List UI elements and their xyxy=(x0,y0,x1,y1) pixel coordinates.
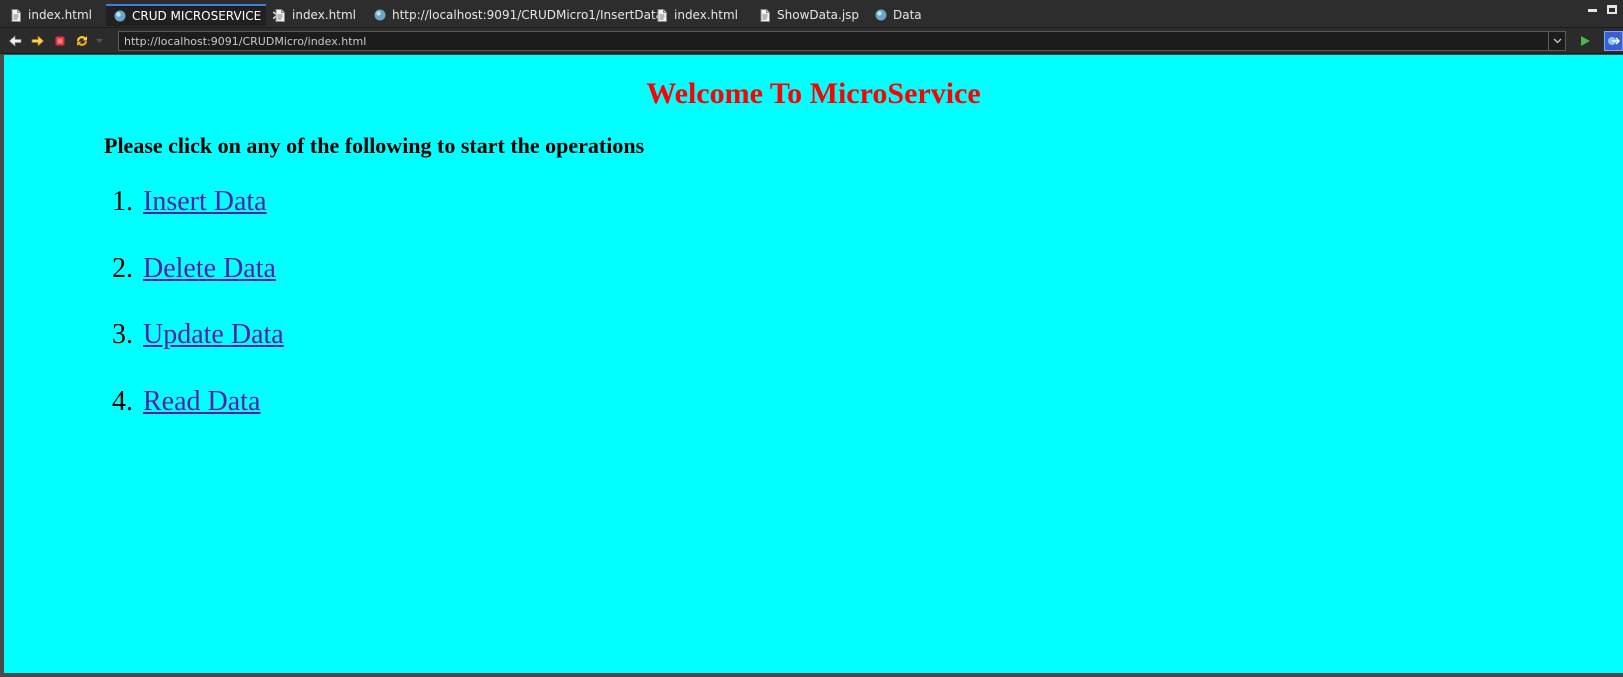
globe-icon xyxy=(374,9,386,22)
tab-label: index.html xyxy=(292,8,356,22)
page-title: Welcome To MicroService xyxy=(646,77,981,110)
address-bar[interactable] xyxy=(118,31,1566,51)
file-icon xyxy=(274,8,286,22)
external-browser-icon[interactable] xyxy=(1604,31,1623,51)
tab-crud-microservice[interactable]: CRUD MICROSERVICE ✕ xyxy=(106,4,282,26)
delete-data-link[interactable]: Delete Data xyxy=(143,252,276,286)
tab-label: ShowData.jsp xyxy=(777,8,860,22)
chevron-down-icon[interactable] xyxy=(1548,32,1565,50)
tab-label: CRUD MICROSERVICE xyxy=(132,9,262,23)
tab-label: http://localhost:9091/CRUDMicro1/InsertD… xyxy=(392,8,664,22)
url-input[interactable] xyxy=(119,32,1548,50)
refresh-icon[interactable] xyxy=(74,33,90,49)
dropdown-arrow-icon[interactable] xyxy=(94,33,104,49)
tab-index-html-3[interactable]: index.html xyxy=(648,4,748,26)
file-icon xyxy=(759,8,771,22)
web-page-viewport: Welcome To MicroService Please click on … xyxy=(4,55,1623,673)
read-data-link[interactable]: Read Data xyxy=(143,385,260,419)
insert-data-link[interactable]: Insert Data xyxy=(143,185,267,219)
go-icon[interactable] xyxy=(1577,33,1593,49)
list-number: 2. xyxy=(112,253,133,284)
tab-label: Data xyxy=(893,8,922,22)
window-controls xyxy=(1588,3,1617,14)
globe-icon xyxy=(114,10,126,23)
list-number: 3. xyxy=(112,319,133,350)
page-instructions: Please click on any of the following to … xyxy=(104,133,645,158)
globe-icon xyxy=(875,9,887,22)
tab-label: index.html xyxy=(674,8,738,22)
maximize-icon[interactable] xyxy=(1607,5,1617,14)
tab-index-html-2[interactable]: index.html xyxy=(266,4,364,26)
forward-arrow-icon[interactable] xyxy=(30,33,46,49)
list-number: 1. xyxy=(112,186,133,217)
back-arrow-icon[interactable] xyxy=(7,33,23,49)
tab-index-html-1[interactable]: index.html xyxy=(2,4,102,26)
window-bottom-border xyxy=(0,673,1623,677)
browser-tab-bar: index.html CRUD MICROSERVICE ✕ index.htm… xyxy=(0,0,1623,28)
stop-icon[interactable] xyxy=(52,33,68,49)
tab-insert-data-url[interactable]: http://localhost:9091/CRUDMicro1/InsertD… xyxy=(366,4,663,26)
browser-toolbar xyxy=(0,28,1623,54)
minimize-icon[interactable] xyxy=(1588,9,1597,12)
tab-showdata-jsp[interactable]: ShowData.jsp xyxy=(751,4,861,26)
update-data-link[interactable]: Update Data xyxy=(143,318,284,352)
tab-label: index.html xyxy=(28,8,92,22)
list-number: 4. xyxy=(112,386,133,417)
file-icon xyxy=(10,8,22,22)
tab-data[interactable]: Data xyxy=(867,4,947,26)
file-icon xyxy=(656,8,668,22)
